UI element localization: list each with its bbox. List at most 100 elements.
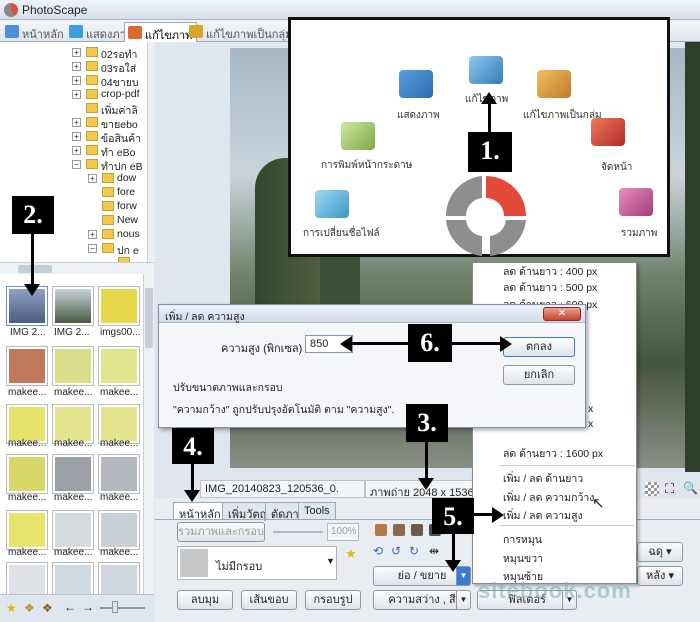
resize-height-dialog: เพิ่ม / ลด ความสูง ✕ ความสูง (พิกเซล) 85… [158,304,586,428]
back-icon[interactable]: ← [64,600,76,614]
thumbnail[interactable] [6,510,48,550]
favorite-star-icon[interactable]: ★ [345,546,357,562]
tree-vertical-scrollbar[interactable] [147,42,155,262]
thumbnail-label: makee... [54,492,93,503]
thumbnail[interactable] [98,454,140,494]
thumbnail-label: makee... [100,492,139,503]
tab-main[interactable]: หน้าหลัก [173,502,227,521]
photoscape-logo-icon [445,176,526,256]
thumbnail-label: makee... [54,438,93,449]
folder-icon[interactable]: ❖ [24,601,35,615]
star-icon[interactable]: ★ [6,601,17,615]
thumbnail[interactable] [98,346,140,386]
right-edge-panel [685,42,700,472]
rotate-icon[interactable]: ↺ [391,544,401,558]
menu-item-resize-height[interactable]: เพิ่ม / ลด ความสูง [503,507,583,524]
close-icon[interactable]: ✕ [543,307,581,321]
menu-item-400[interactable]: ลด ด้านยาว : 400 px [503,263,597,280]
right-select-2[interactable]: หลัง ▾ [637,566,683,586]
thumbnail-label: makee... [8,547,47,558]
brightness-color-button[interactable]: ความสว่าง , สี ▼ [373,590,471,610]
step-marker-3: 3. [406,404,448,442]
thumbnail[interactable] [98,286,140,326]
combine-icon[interactable] [619,188,653,216]
popup-label-combine: รวมภาพ [621,228,658,239]
folder-open-icon[interactable]: ❖ [42,601,53,615]
round-corner-button[interactable]: ลบมุม [177,590,233,610]
thumbnail-label: imgs00... [100,327,141,338]
batch-editor-icon [189,25,203,38]
step-marker-6: 6. [408,324,452,362]
rotate-left-icon[interactable]: ⟲ [373,544,383,558]
menu-item-1600[interactable]: ลด ด้านยาว : 1600 px [503,445,603,462]
thumbnail[interactable] [98,510,140,550]
thumbnail[interactable] [52,454,94,494]
menu-item-resize-long[interactable]: เพิ่ม / ลด ด้านยาว [503,470,583,487]
watermark: sitebook.com [478,578,632,603]
thumbnail-label: makee... [8,438,47,449]
chevron-down-icon: ▼ [456,591,470,609]
thumbnail-label: makee... [100,547,139,558]
popup-label-viewer: แสดงภาพ [397,110,440,121]
thumbnail[interactable] [52,510,94,550]
step-marker-4: 4. [172,428,214,464]
print-icon[interactable] [341,122,375,150]
popup-label-rename: การเปลี่ยนชื่อไฟล์ [303,228,380,239]
thumbnail-label: makee... [8,387,47,398]
tab-batch-editor[interactable]: แก้ไขภาพเป็นกลุ่ม [186,22,296,42]
tree-horizontal-scrollbar[interactable] [0,262,154,274]
thumbnail-label: makee... [54,387,93,398]
thumbnail[interactable] [6,346,48,386]
thumbnail[interactable] [52,346,94,386]
status-filename: IMG_20140823_120536_0. [200,480,365,498]
merge-frame-button[interactable]: รวมภาพและกรอบ [177,522,265,542]
rename-icon[interactable] [315,190,349,218]
thumbnail-scrollbar[interactable] [143,274,154,594]
menu-item-resize-width[interactable]: เพิ่ม / ลด ความกว้าง [503,489,594,506]
checker-icon[interactable] [645,482,659,496]
batch-editor-icon[interactable] [537,70,571,98]
frame-select[interactable]: ไม่มีกรอบ ▼ [177,546,337,580]
thumbnail-label: IMG 2... [54,327,90,338]
right-select-1[interactable]: ฉดุ ▾ [637,542,683,562]
tab-home[interactable]: หน้าหลัก [2,22,68,42]
page-layout-icon[interactable] [591,118,625,146]
viewer-icon [69,25,83,38]
viewer-icon[interactable] [399,70,433,98]
thumbnail[interactable] [52,286,94,326]
height-label: ความสูง (พิกเซล) [221,343,303,355]
app-logo-icon [4,3,18,17]
chevron-down-icon: ▼ [326,556,335,566]
cancel-button[interactable]: ยกเลิก [503,365,575,385]
thumbnail-label: makee... [54,547,93,558]
frame-slider[interactable] [273,531,323,533]
window-title: PhotoScape [22,3,88,17]
menu-item-rotate[interactable]: การหมุน [503,531,542,548]
tool-icon-2[interactable] [393,524,405,536]
thumbnail[interactable] [6,454,48,494]
border-line-button[interactable]: เส้นขอบ [241,590,297,610]
zoom-icon[interactable]: 🔍 [683,481,698,495]
editor-icon[interactable] [469,56,503,84]
tool-icon-1[interactable] [375,524,387,536]
zoom-slider[interactable] [100,607,145,609]
flip-horizontal-icon[interactable]: ⇹ [429,544,439,558]
menu-item-rotate-right[interactable]: หมุนขวา [503,550,543,567]
forward-icon[interactable]: → [82,600,94,614]
crop-icon[interactable]: ⛶ [665,481,674,497]
ok-button[interactable]: ตกลง [503,337,575,357]
menu-item-500[interactable]: ลด ด้านยาว : 500 px [503,279,597,296]
rotate-right-icon[interactable]: ↻ [409,544,419,558]
frame-button[interactable]: กรอบรูป [305,590,361,610]
mouse-cursor-icon: ↖ [592,495,605,512]
left-toolbar: ★ ❖ ❖ ← → [0,594,154,622]
frame-percent[interactable]: 100% [327,523,359,541]
tool-icon-3[interactable] [411,524,423,536]
tab-tools[interactable]: Tools [298,502,336,519]
home-icon [5,25,19,38]
thumbnail-panel[interactable]: IMG 2... IMG 2... imgs00... makee... mak… [0,274,154,602]
dialog-title: เพิ่ม / ลด ความสูง [165,311,245,323]
folder-tree[interactable]: +02รอทำ +03รอใส่ +04ขายบ + crop-pdf เพิ่ม… [0,42,154,272]
zoom-slider-handle[interactable] [112,601,118,613]
step-marker-2: 2. [12,196,54,234]
